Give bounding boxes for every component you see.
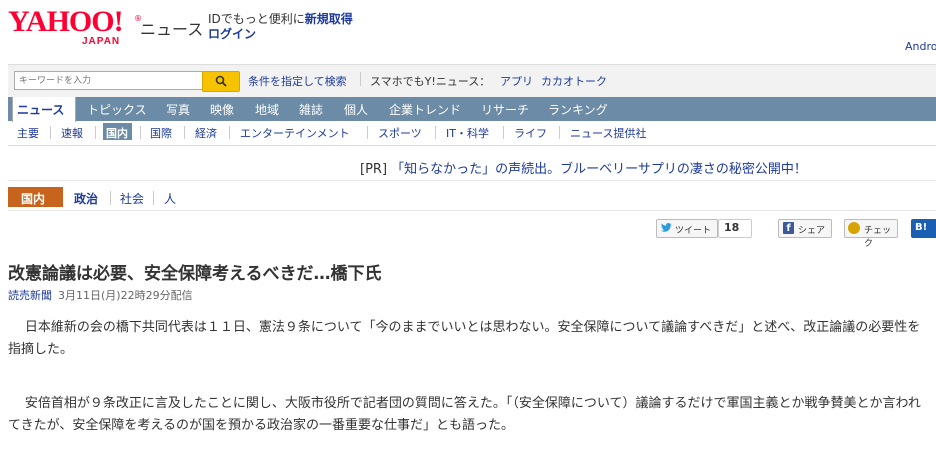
nav-tab-research[interactable]: リサーチ — [481, 101, 529, 118]
subnav-life[interactable]: ライフ — [514, 125, 547, 141]
id-promo-text: IDでもっと便利に — [208, 12, 305, 26]
nav-tab-photos[interactable]: 写真 — [166, 101, 190, 118]
app-link[interactable]: アプリ — [500, 73, 533, 89]
brand-news-title[interactable]: ニュース — [140, 16, 203, 40]
search-icon — [215, 75, 227, 87]
article-source-link[interactable]: 読売新聞 — [8, 287, 52, 303]
nav-tab-topics[interactable]: トピックス — [87, 101, 147, 118]
category-society[interactable]: 社会 — [120, 190, 144, 207]
smartphone-label: スマホでもY!ニュース： — [370, 75, 491, 88]
share-label: シェア — [798, 226, 826, 236]
divider — [229, 126, 230, 139]
subnav-providers[interactable]: ニュース提供社 — [570, 125, 646, 141]
divider — [8, 180, 936, 181]
subnav-domestic[interactable]: 国内 — [106, 125, 128, 141]
login-link[interactable]: ログイン — [208, 25, 256, 42]
divider — [435, 126, 436, 139]
divider — [8, 145, 936, 146]
search-input[interactable] — [14, 71, 206, 90]
nav-tab-local[interactable]: 地域 — [255, 101, 279, 118]
mixi-check-button[interactable]: チェック — [844, 219, 898, 249]
divider — [8, 210, 936, 211]
divider — [184, 126, 185, 139]
nav-tab-ranking[interactable]: ランキング — [548, 101, 608, 118]
kakaotalk-link[interactable]: カカオトーク — [541, 73, 607, 89]
main-nav — [8, 97, 936, 121]
article-date: 3月11日(月)22時29分配信 — [58, 289, 193, 302]
divider — [503, 126, 504, 139]
divider — [110, 191, 111, 205]
tweet-label: ツイート — [675, 226, 712, 236]
pr-tag: [PR] — [360, 162, 388, 177]
hatena-bookmark-icon: B! — [915, 222, 928, 233]
article-paragraph: 日本維新の会の橋下共同代表は１１日、憲法９条について「今のままでいいとは思わない… — [8, 320, 921, 357]
subnav-entertainment[interactable]: エンターテインメント — [240, 125, 350, 141]
category-politics[interactable]: 政治 — [74, 190, 98, 207]
divider — [140, 126, 141, 139]
divider — [559, 126, 560, 139]
nav-tab-business-trend[interactable]: 企業トレンド — [389, 101, 461, 118]
tweet-count: 18 — [724, 221, 740, 234]
subnav-sports[interactable]: スポーツ — [378, 125, 422, 141]
pr-link[interactable]: 「知らなかった」の声続出。ブルーベリーサプリの凄さの秘密公開中！ — [391, 162, 807, 177]
category-people[interactable]: 人 — [164, 190, 176, 207]
advanced-search-link[interactable]: 条件を指定して検索 — [248, 73, 347, 89]
yahoo-japan-logo[interactable]: YAHOO! ® JAPAN — [8, 5, 142, 48]
subnav-it-science[interactable]: IT・科学 — [446, 125, 489, 141]
android-link[interactable]: Andro — [905, 40, 936, 53]
facebook-share-button[interactable]: f シェア — [778, 219, 832, 238]
article-paragraph: 安倍首相が９条改正に言及したことに関し、大阪市役所で記者団の質問に答えた。「（安… — [8, 396, 921, 433]
divider — [95, 126, 96, 139]
subnav-breaking[interactable]: 速報 — [61, 125, 83, 141]
subnav-economy[interactable]: 経済 — [195, 125, 217, 141]
divider — [153, 191, 154, 205]
facebook-icon: f — [783, 222, 794, 234]
divider — [367, 126, 368, 139]
logo-japan-text: JAPAN — [82, 36, 121, 47]
mixi-icon — [848, 222, 860, 234]
subnav-international[interactable]: 国際 — [150, 125, 172, 141]
nav-tab-news[interactable]: ニュース — [17, 101, 64, 118]
twitter-bird-icon — [661, 223, 672, 232]
nav-tab-magazine[interactable]: 雑誌 — [299, 101, 323, 118]
category-domestic[interactable]: 国内 — [21, 190, 45, 207]
nav-tab-video[interactable]: 映像 — [210, 101, 234, 118]
hatena-bookmark-button[interactable]: B! — [911, 219, 936, 238]
nav-tab-individual[interactable]: 個人 — [344, 101, 368, 118]
divider — [360, 72, 361, 86]
article-headline: 改憲論議は必要、安全保障考えるべきだ…橋下氏 — [8, 264, 382, 284]
check-label: チェック — [864, 226, 892, 249]
pr-ad[interactable]: [PR] 「知らなかった」の声続出。ブルーベリーサプリの凄さの秘密公開中！ — [360, 158, 807, 177]
divider — [50, 126, 51, 139]
register-link[interactable]: 新規取得 — [305, 12, 353, 26]
logo-wordmark: YAHOO! — [8, 5, 124, 38]
subnav-main[interactable]: 主要 — [17, 125, 39, 141]
search-button[interactable] — [202, 71, 240, 92]
tweet-button[interactable]: ツイート — [656, 219, 718, 238]
